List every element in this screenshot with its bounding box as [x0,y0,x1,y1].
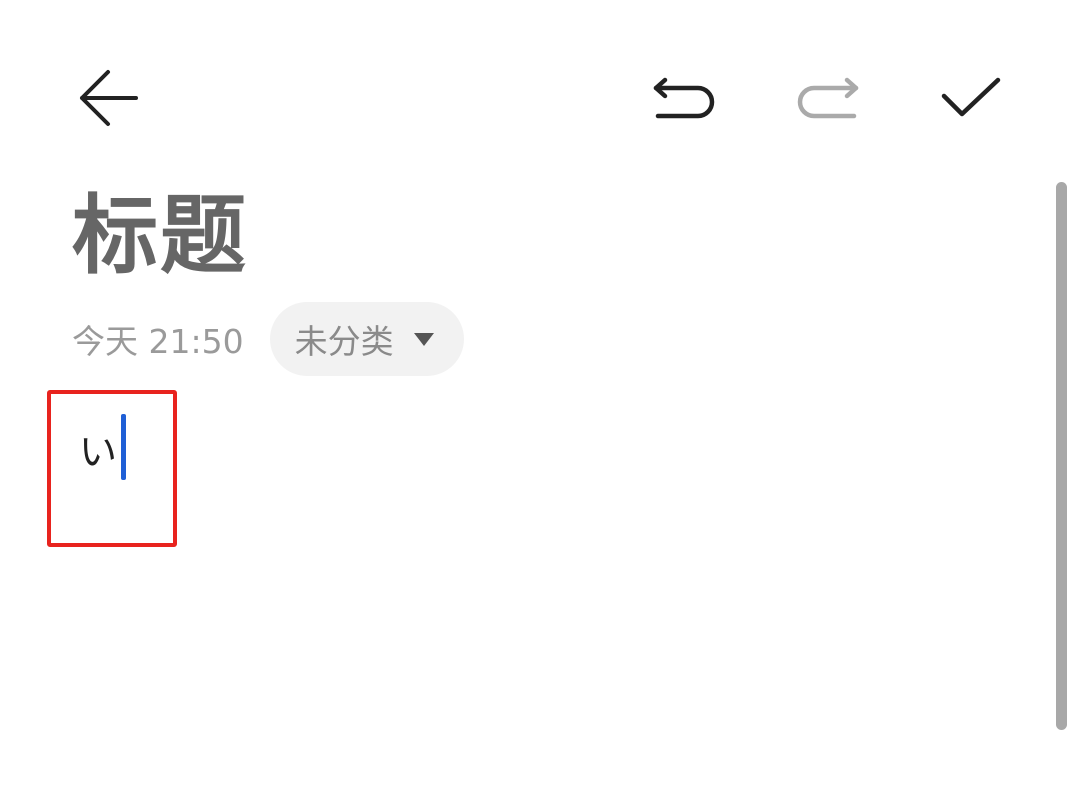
check-icon [941,77,1001,117]
note-meta-row: 今天 21:50 未分类 [72,302,464,376]
undo-icon [653,77,715,119]
scrollbar[interactable] [1056,182,1067,730]
arrow-left-icon [80,70,138,126]
note-title[interactable]: 标题 [72,186,248,286]
note-timestamp: 今天 21:50 [72,322,244,361]
done-button[interactable] [926,53,1016,143]
back-button[interactable] [63,53,153,143]
redo-icon [797,77,859,119]
note-body-text: い [79,430,118,474]
triangle-down-icon [413,332,434,346]
category-label: 未分类 [294,322,394,361]
text-cursor [121,414,126,480]
note-body-editor[interactable]: い [47,390,177,547]
redo-button[interactable] [782,53,872,143]
category-dropdown[interactable]: 未分类 [269,302,464,376]
undo-button[interactable] [640,53,730,143]
